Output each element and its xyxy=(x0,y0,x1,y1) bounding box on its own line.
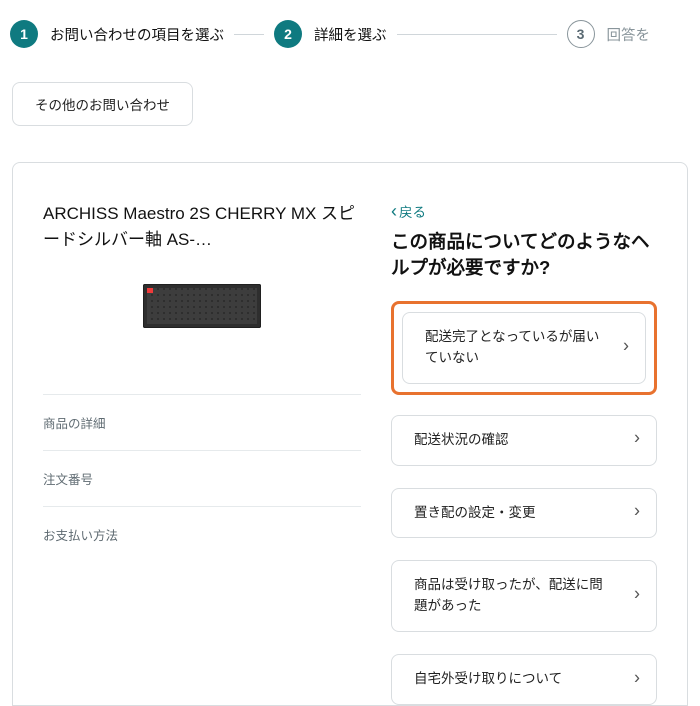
progress-steps: 1 お問い合わせの項目を選ぶ 2 詳細を選ぶ 3 回答を xyxy=(0,0,700,82)
product-image xyxy=(43,284,361,328)
highlighted-option: 配送完了となっているが届いていない xyxy=(391,301,657,395)
step-2: 2 詳細を選ぶ xyxy=(274,20,387,48)
other-inquiry-button[interactable]: その他のお問い合わせ xyxy=(12,82,193,126)
step-separator xyxy=(234,34,264,35)
step-2-number: 2 xyxy=(274,20,302,48)
product-column: ARCHISS Maestro 2S CHERRY MX スピードシルバー軸 A… xyxy=(43,201,361,705)
option-received-but-problem[interactable]: 商品は受け取ったが、配送に問題があった xyxy=(391,560,657,632)
help-column: 戻る この商品についてどのようなヘルプが必要ですか? 配送完了となっているが届い… xyxy=(391,201,657,705)
order-number-row[interactable]: 注文番号 xyxy=(43,450,361,506)
keyboard-icon xyxy=(143,284,261,328)
option-check-delivery-status[interactable]: 配送状況の確認 xyxy=(391,415,657,466)
step-1-label: お問い合わせの項目を選ぶ xyxy=(50,24,224,45)
step-3: 3 回答を xyxy=(567,20,651,48)
help-title: この商品についてどのようなヘルプが必要ですか? xyxy=(391,229,657,281)
option-delivered-not-received[interactable]: 配送完了となっているが届いていない xyxy=(402,312,646,384)
step-2-label: 詳細を選ぶ xyxy=(314,24,387,45)
step-1-number: 1 xyxy=(10,20,38,48)
payment-method-row[interactable]: お支払い方法 xyxy=(43,506,361,562)
option-pickup-outside-home[interactable]: 自宅外受け取りについて xyxy=(391,654,657,705)
step-1: 1 お問い合わせの項目を選ぶ xyxy=(10,20,224,48)
product-detail-row[interactable]: 商品の詳細 xyxy=(43,394,361,450)
main-panel: ARCHISS Maestro 2S CHERRY MX スピードシルバー軸 A… xyxy=(12,162,688,706)
step-3-number: 3 xyxy=(567,20,595,48)
step-separator xyxy=(397,34,557,35)
option-unattended-delivery-settings[interactable]: 置き配の設定・変更 xyxy=(391,488,657,539)
back-link-label: 戻る xyxy=(399,201,426,221)
product-title: ARCHISS Maestro 2S CHERRY MX スピードシルバー軸 A… xyxy=(43,201,361,254)
step-3-label: 回答を xyxy=(607,24,651,45)
back-link[interactable]: 戻る xyxy=(391,201,426,221)
